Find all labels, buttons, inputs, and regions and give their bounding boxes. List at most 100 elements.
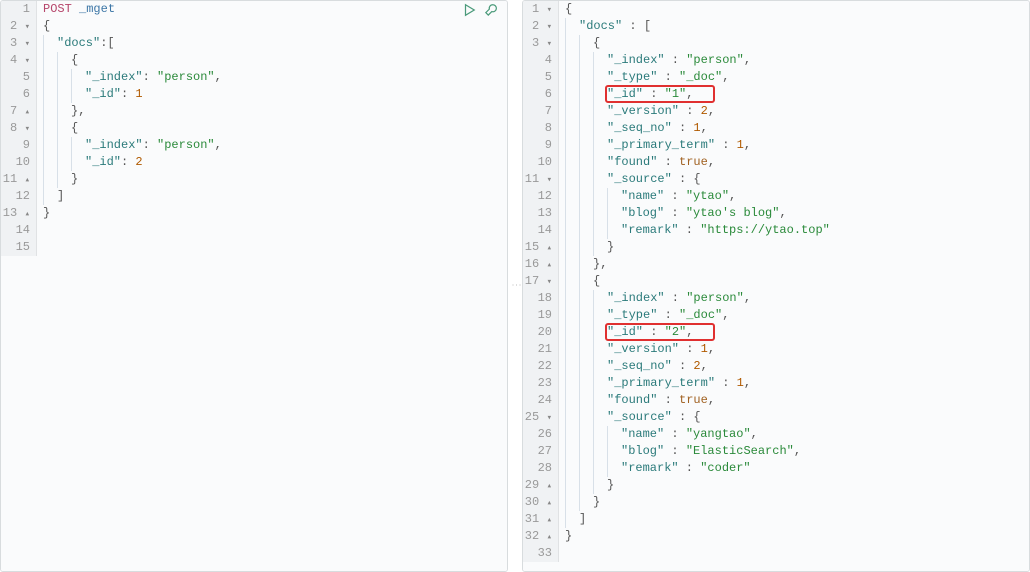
- fold-marker-icon[interactable]: ▾: [19, 56, 30, 66]
- response-viewer[interactable]: 1 ▾{2 ▾"docs" : [3 ▾{4"_index" : "person…: [523, 1, 1029, 571]
- line-number[interactable]: 32 ▴: [523, 528, 559, 545]
- code-content[interactable]: "name" : "yangtao",: [559, 426, 1029, 443]
- code-line[interactable]: 16 ▴},: [523, 256, 1029, 273]
- line-number[interactable]: 12: [1, 188, 37, 205]
- line-number[interactable]: 23: [523, 375, 559, 392]
- code-content[interactable]: {: [559, 273, 1029, 290]
- run-icon[interactable]: [461, 2, 477, 18]
- code-line[interactable]: 25 ▾"_source" : {: [523, 409, 1029, 426]
- code-line[interactable]: 9"_index": "person",: [1, 137, 507, 154]
- code-content[interactable]: "_id": 1: [37, 86, 507, 103]
- line-number[interactable]: 10: [1, 154, 37, 171]
- line-number[interactable]: 27: [523, 443, 559, 460]
- line-number[interactable]: 22: [523, 358, 559, 375]
- line-number[interactable]: 13: [523, 205, 559, 222]
- line-number[interactable]: 1: [1, 1, 37, 18]
- line-number[interactable]: 19: [523, 307, 559, 324]
- line-number[interactable]: 17 ▾: [523, 273, 559, 290]
- code-content[interactable]: ]: [559, 511, 1029, 528]
- code-content[interactable]: "blog" : "ytao's blog",: [559, 205, 1029, 222]
- code-content[interactable]: "_index": "person",: [37, 69, 507, 86]
- code-line[interactable]: 14: [1, 222, 507, 239]
- line-number[interactable]: 29 ▴: [523, 477, 559, 494]
- code-line[interactable]: 33: [523, 545, 1029, 562]
- line-number[interactable]: 30 ▴: [523, 494, 559, 511]
- code-content[interactable]: }: [559, 239, 1029, 256]
- fold-marker-icon[interactable]: ▾: [541, 413, 552, 423]
- code-content[interactable]: "remark" : "coder": [559, 460, 1029, 477]
- fold-marker-icon[interactable]: ▾: [541, 39, 552, 49]
- code-line[interactable]: 7"_version" : 2,: [523, 103, 1029, 120]
- code-content[interactable]: }: [37, 171, 507, 188]
- code-content[interactable]: POST _mget: [37, 1, 507, 18]
- pane-divider[interactable]: ⋮: [512, 0, 518, 572]
- code-content[interactable]: {: [37, 52, 507, 69]
- code-line[interactable]: 20"_id" : "2",: [523, 324, 1029, 341]
- code-content[interactable]: "remark" : "https://ytao.top": [559, 222, 1029, 239]
- fold-marker-icon[interactable]: ▾: [541, 175, 552, 185]
- code-line[interactable]: 6"_id": 1: [1, 86, 507, 103]
- code-line[interactable]: 22"_seq_no" : 2,: [523, 358, 1029, 375]
- code-line[interactable]: 3 ▾"docs":[: [1, 35, 507, 52]
- line-number[interactable]: 3 ▾: [523, 35, 559, 52]
- code-content[interactable]: }: [559, 528, 1029, 545]
- line-number[interactable]: 7 ▴: [1, 103, 37, 120]
- code-line[interactable]: 12"name" : "ytao",: [523, 188, 1029, 205]
- line-number[interactable]: 16 ▴: [523, 256, 559, 273]
- line-number[interactable]: 10: [523, 154, 559, 171]
- line-number[interactable]: 4 ▾: [1, 52, 37, 69]
- code-line[interactable]: 4"_index" : "person",: [523, 52, 1029, 69]
- code-content[interactable]: "_primary_term" : 1,: [559, 375, 1029, 392]
- fold-marker-icon[interactable]: ▴: [19, 107, 30, 117]
- code-line[interactable]: 10"found" : true,: [523, 154, 1029, 171]
- code-content[interactable]: {: [559, 35, 1029, 52]
- line-number[interactable]: 33: [523, 545, 559, 562]
- code-line[interactable]: 14"remark" : "https://ytao.top": [523, 222, 1029, 239]
- code-line[interactable]: 9"_primary_term" : 1,: [523, 137, 1029, 154]
- code-line[interactable]: 24"found" : true,: [523, 392, 1029, 409]
- code-line[interactable]: 13 ▴}: [1, 205, 507, 222]
- line-number[interactable]: 12: [523, 188, 559, 205]
- code-line[interactable]: 15 ▴}: [523, 239, 1029, 256]
- line-number[interactable]: 4: [523, 52, 559, 69]
- fold-marker-icon[interactable]: ▴: [19, 175, 30, 185]
- code-line[interactable]: 4 ▾{: [1, 52, 507, 69]
- code-content[interactable]: [37, 239, 507, 256]
- code-line[interactable]: 8 ▾{: [1, 120, 507, 137]
- code-content[interactable]: "_id" : "1",: [559, 86, 1029, 103]
- code-line[interactable]: 11 ▴}: [1, 171, 507, 188]
- code-content[interactable]: "_index" : "person",: [559, 290, 1029, 307]
- code-line[interactable]: 8"_seq_no" : 1,: [523, 120, 1029, 137]
- code-line[interactable]: 10"_id": 2: [1, 154, 507, 171]
- code-line[interactable]: 30 ▴}: [523, 494, 1029, 511]
- code-line[interactable]: 28"remark" : "coder": [523, 460, 1029, 477]
- code-content[interactable]: "_source" : {: [559, 171, 1029, 188]
- line-number[interactable]: 5: [523, 69, 559, 86]
- code-content[interactable]: ]: [37, 188, 507, 205]
- line-number[interactable]: 2 ▾: [1, 18, 37, 35]
- line-number[interactable]: 31 ▴: [523, 511, 559, 528]
- line-number[interactable]: 7: [523, 103, 559, 120]
- fold-marker-icon[interactable]: ▴: [541, 243, 552, 253]
- line-number[interactable]: 11 ▾: [523, 171, 559, 188]
- code-content[interactable]: }: [559, 494, 1029, 511]
- code-content[interactable]: "docs":[: [37, 35, 507, 52]
- line-number[interactable]: 13 ▴: [1, 205, 37, 222]
- code-line[interactable]: 3 ▾{: [523, 35, 1029, 52]
- fold-marker-icon[interactable]: ▾: [19, 22, 30, 32]
- code-line[interactable]: 12]: [1, 188, 507, 205]
- code-line[interactable]: 13"blog" : "ytao's blog",: [523, 205, 1029, 222]
- line-number[interactable]: 11 ▴: [1, 171, 37, 188]
- code-content[interactable]: "_version" : 1,: [559, 341, 1029, 358]
- fold-marker-icon[interactable]: ▴: [541, 481, 552, 491]
- code-content[interactable]: "found" : true,: [559, 392, 1029, 409]
- line-number[interactable]: 24: [523, 392, 559, 409]
- line-number[interactable]: 21: [523, 341, 559, 358]
- code-content[interactable]: "_version" : 2,: [559, 103, 1029, 120]
- line-number[interactable]: 8 ▾: [1, 120, 37, 137]
- line-number[interactable]: 6: [523, 86, 559, 103]
- code-line[interactable]: 1 ▾{: [523, 1, 1029, 18]
- code-line[interactable]: 1POST _mget: [1, 1, 507, 18]
- code-content[interactable]: "_index" : "person",: [559, 52, 1029, 69]
- code-content[interactable]: "blog" : "ElasticSearch",: [559, 443, 1029, 460]
